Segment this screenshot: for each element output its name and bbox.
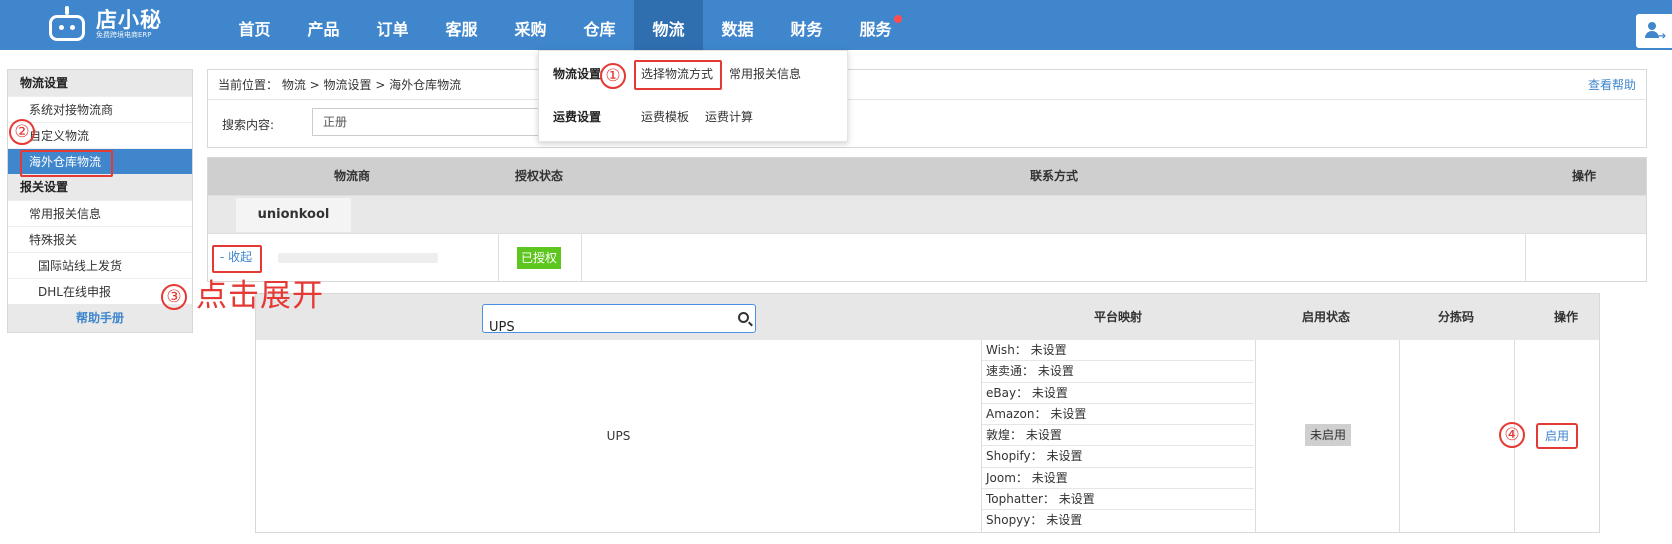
sidebar-item-common-customs[interactable]: 常用报关信息 bbox=[8, 200, 192, 226]
mapping-dhgate[interactable]: 敦煌： 未设置 bbox=[982, 425, 1254, 447]
col-header-contact: 联系方式 bbox=[1030, 169, 1079, 183]
app-logo[interactable]: 店小秘 免费跨境电商ERP bbox=[46, 2, 162, 46]
search-label: 搜索内容: bbox=[222, 118, 275, 132]
nav-services[interactable]: 服务 bbox=[841, 0, 910, 50]
nav-customer-service[interactable]: 客服 bbox=[427, 0, 496, 50]
enable-button[interactable]: 启用 bbox=[1536, 423, 1578, 449]
notification-dot-icon bbox=[894, 15, 902, 23]
nav-services-label: 服务 bbox=[859, 20, 892, 39]
search-icon[interactable] bbox=[738, 312, 749, 323]
mapping-wish[interactable]: Wish： 未设置 bbox=[982, 340, 1254, 362]
dropdown-link-freight-calc[interactable]: 运费计算 bbox=[705, 108, 753, 125]
mapping-ebay[interactable]: eBay： 未设置 bbox=[982, 383, 1254, 404]
nav-home[interactable]: 首页 bbox=[220, 0, 289, 50]
shipping-method-row: UPS Wish： 未设置 速卖通： 未设置 eBay： 未设置 Amazon：… bbox=[256, 340, 1599, 532]
mapping-aliexpress[interactable]: 速卖通： 未设置 bbox=[982, 361, 1254, 383]
nav-finance[interactable]: 财务 bbox=[772, 0, 841, 50]
breadcrumb-panel: 当前位置： 物流 > 物流设置 > 海外仓库物流 查看帮助 搜索内容: 正册 bbox=[207, 69, 1647, 148]
nav-data[interactable]: 数据 bbox=[703, 0, 772, 50]
dropdown-group-freight-settings: 运费设置 bbox=[553, 110, 602, 124]
provider-table-header: 物流商 授权状态 联系方式 操作 bbox=[208, 158, 1646, 195]
enable-status-badge: 未启用 bbox=[1305, 424, 1351, 446]
col-header-enable-status: 启用状态 bbox=[1302, 310, 1351, 324]
mapping-joom[interactable]: Joom： 未设置 bbox=[982, 468, 1254, 490]
sidebar-item-system-carriers[interactable]: 系统对接物流商 bbox=[8, 96, 192, 122]
shipping-method-search-input[interactable]: UPS bbox=[482, 304, 756, 335]
breadcrumb: 当前位置： 物流 > 物流设置 > 海外仓库物流 bbox=[208, 70, 1646, 100]
mapping-shopyy[interactable]: Shopyy： 未设置 bbox=[982, 510, 1254, 531]
sidebar-item-intl-online-shipping[interactable]: 国际站线上发货 bbox=[8, 252, 192, 278]
shipping-table-header: UPS 平台映射 启用状态 分拣码 操作 bbox=[256, 294, 1599, 340]
nav-purchasing[interactable]: 采购 bbox=[496, 0, 565, 50]
logo-subtitle: 免费跨境电商ERP bbox=[96, 30, 152, 39]
redacted-account-info bbox=[278, 253, 438, 263]
annotation-step-2: ② bbox=[9, 119, 35, 145]
sidebar-group-customs-settings: 报关设置 bbox=[8, 174, 192, 200]
mapping-tophatter[interactable]: Tophatter： 未设置 bbox=[982, 489, 1254, 511]
mapping-shopify[interactable]: Shopify： 未设置 bbox=[982, 446, 1254, 468]
col-header-sort-code: 分拣码 bbox=[1438, 310, 1475, 324]
nav-orders[interactable]: 订单 bbox=[358, 0, 427, 50]
annotation-box-collapse bbox=[212, 245, 262, 273]
annotation-box-select-method bbox=[634, 60, 722, 90]
platform-mapping-list: Wish： 未设置 速卖通： 未设置 eBay： 未设置 Amazon： 未设置… bbox=[982, 340, 1254, 532]
col-header-auth-status: 授权状态 bbox=[515, 169, 564, 183]
top-navbar: 店小秘 免费跨境电商ERP 首页 产品 订单 客服 采购 仓库 物流 数据 财务… bbox=[0, 0, 1672, 50]
col-header-ship-actions: 操作 bbox=[1554, 310, 1579, 324]
provider-name: unionkool bbox=[236, 198, 351, 232]
col-header-platform-mapping: 平台映射 bbox=[1094, 310, 1143, 324]
arrow-icon: ➜ bbox=[1658, 31, 1667, 42]
col-header-actions: 操作 bbox=[1572, 169, 1597, 183]
dropdown-group-logistics-settings: 物流设置 bbox=[553, 67, 602, 81]
dropdown-link-common-customs[interactable]: 常用报关信息 bbox=[729, 65, 801, 82]
logo-title: 店小秘 bbox=[96, 7, 162, 32]
nav-warehouse[interactable]: 仓库 bbox=[565, 0, 634, 50]
shipping-method-table: UPS 平台映射 启用状态 分拣码 操作 UPS Wish： 未设置 速卖通： … bbox=[255, 293, 1600, 533]
view-help-link[interactable]: 查看帮助 bbox=[1588, 70, 1636, 100]
annotation-click-expand: 点击展开 bbox=[196, 278, 324, 314]
mapping-amazon[interactable]: Amazon： 未设置 bbox=[982, 404, 1254, 426]
provider-group-row: unionkool bbox=[208, 195, 1646, 233]
nav-products[interactable]: 产品 bbox=[289, 0, 358, 50]
sidebar-group-logistics-settings: 物流设置 bbox=[8, 70, 192, 96]
sidebar-item-custom-logistics[interactable]: 自定义物流 bbox=[8, 122, 192, 148]
shipping-method-name: UPS bbox=[606, 429, 631, 443]
user-account-button[interactable]: ➜ bbox=[1636, 14, 1672, 48]
provider-table: 物流商 授权状态 联系方式 操作 unionkool - 收起 已授权 bbox=[207, 157, 1647, 282]
col-header-provider: 物流商 bbox=[334, 169, 371, 183]
auth-status-badge: 已授权 bbox=[517, 247, 561, 269]
annotation-step-1: ① bbox=[600, 63, 626, 89]
provider-row: - 收起 已授权 bbox=[208, 233, 1646, 282]
annotation-step-4: ④ bbox=[1499, 422, 1525, 448]
search-input[interactable]: 正册 bbox=[312, 108, 562, 136]
main-nav: 首页 产品 订单 客服 采购 仓库 物流 数据 财务 服务 bbox=[220, 0, 910, 50]
help-manual-link[interactable]: 帮助手册 bbox=[8, 304, 192, 332]
annotation-step-3: ③ bbox=[161, 284, 187, 310]
nav-logistics[interactable]: 物流 bbox=[634, 0, 703, 50]
user-icon bbox=[1648, 22, 1656, 30]
dropdown-link-freight-template[interactable]: 运费模板 bbox=[641, 108, 689, 125]
sidebar-item-special-customs[interactable]: 特殊报关 bbox=[8, 226, 192, 252]
annotation-box-overseas-warehouse bbox=[20, 150, 113, 177]
robot-logo-icon bbox=[46, 5, 88, 43]
